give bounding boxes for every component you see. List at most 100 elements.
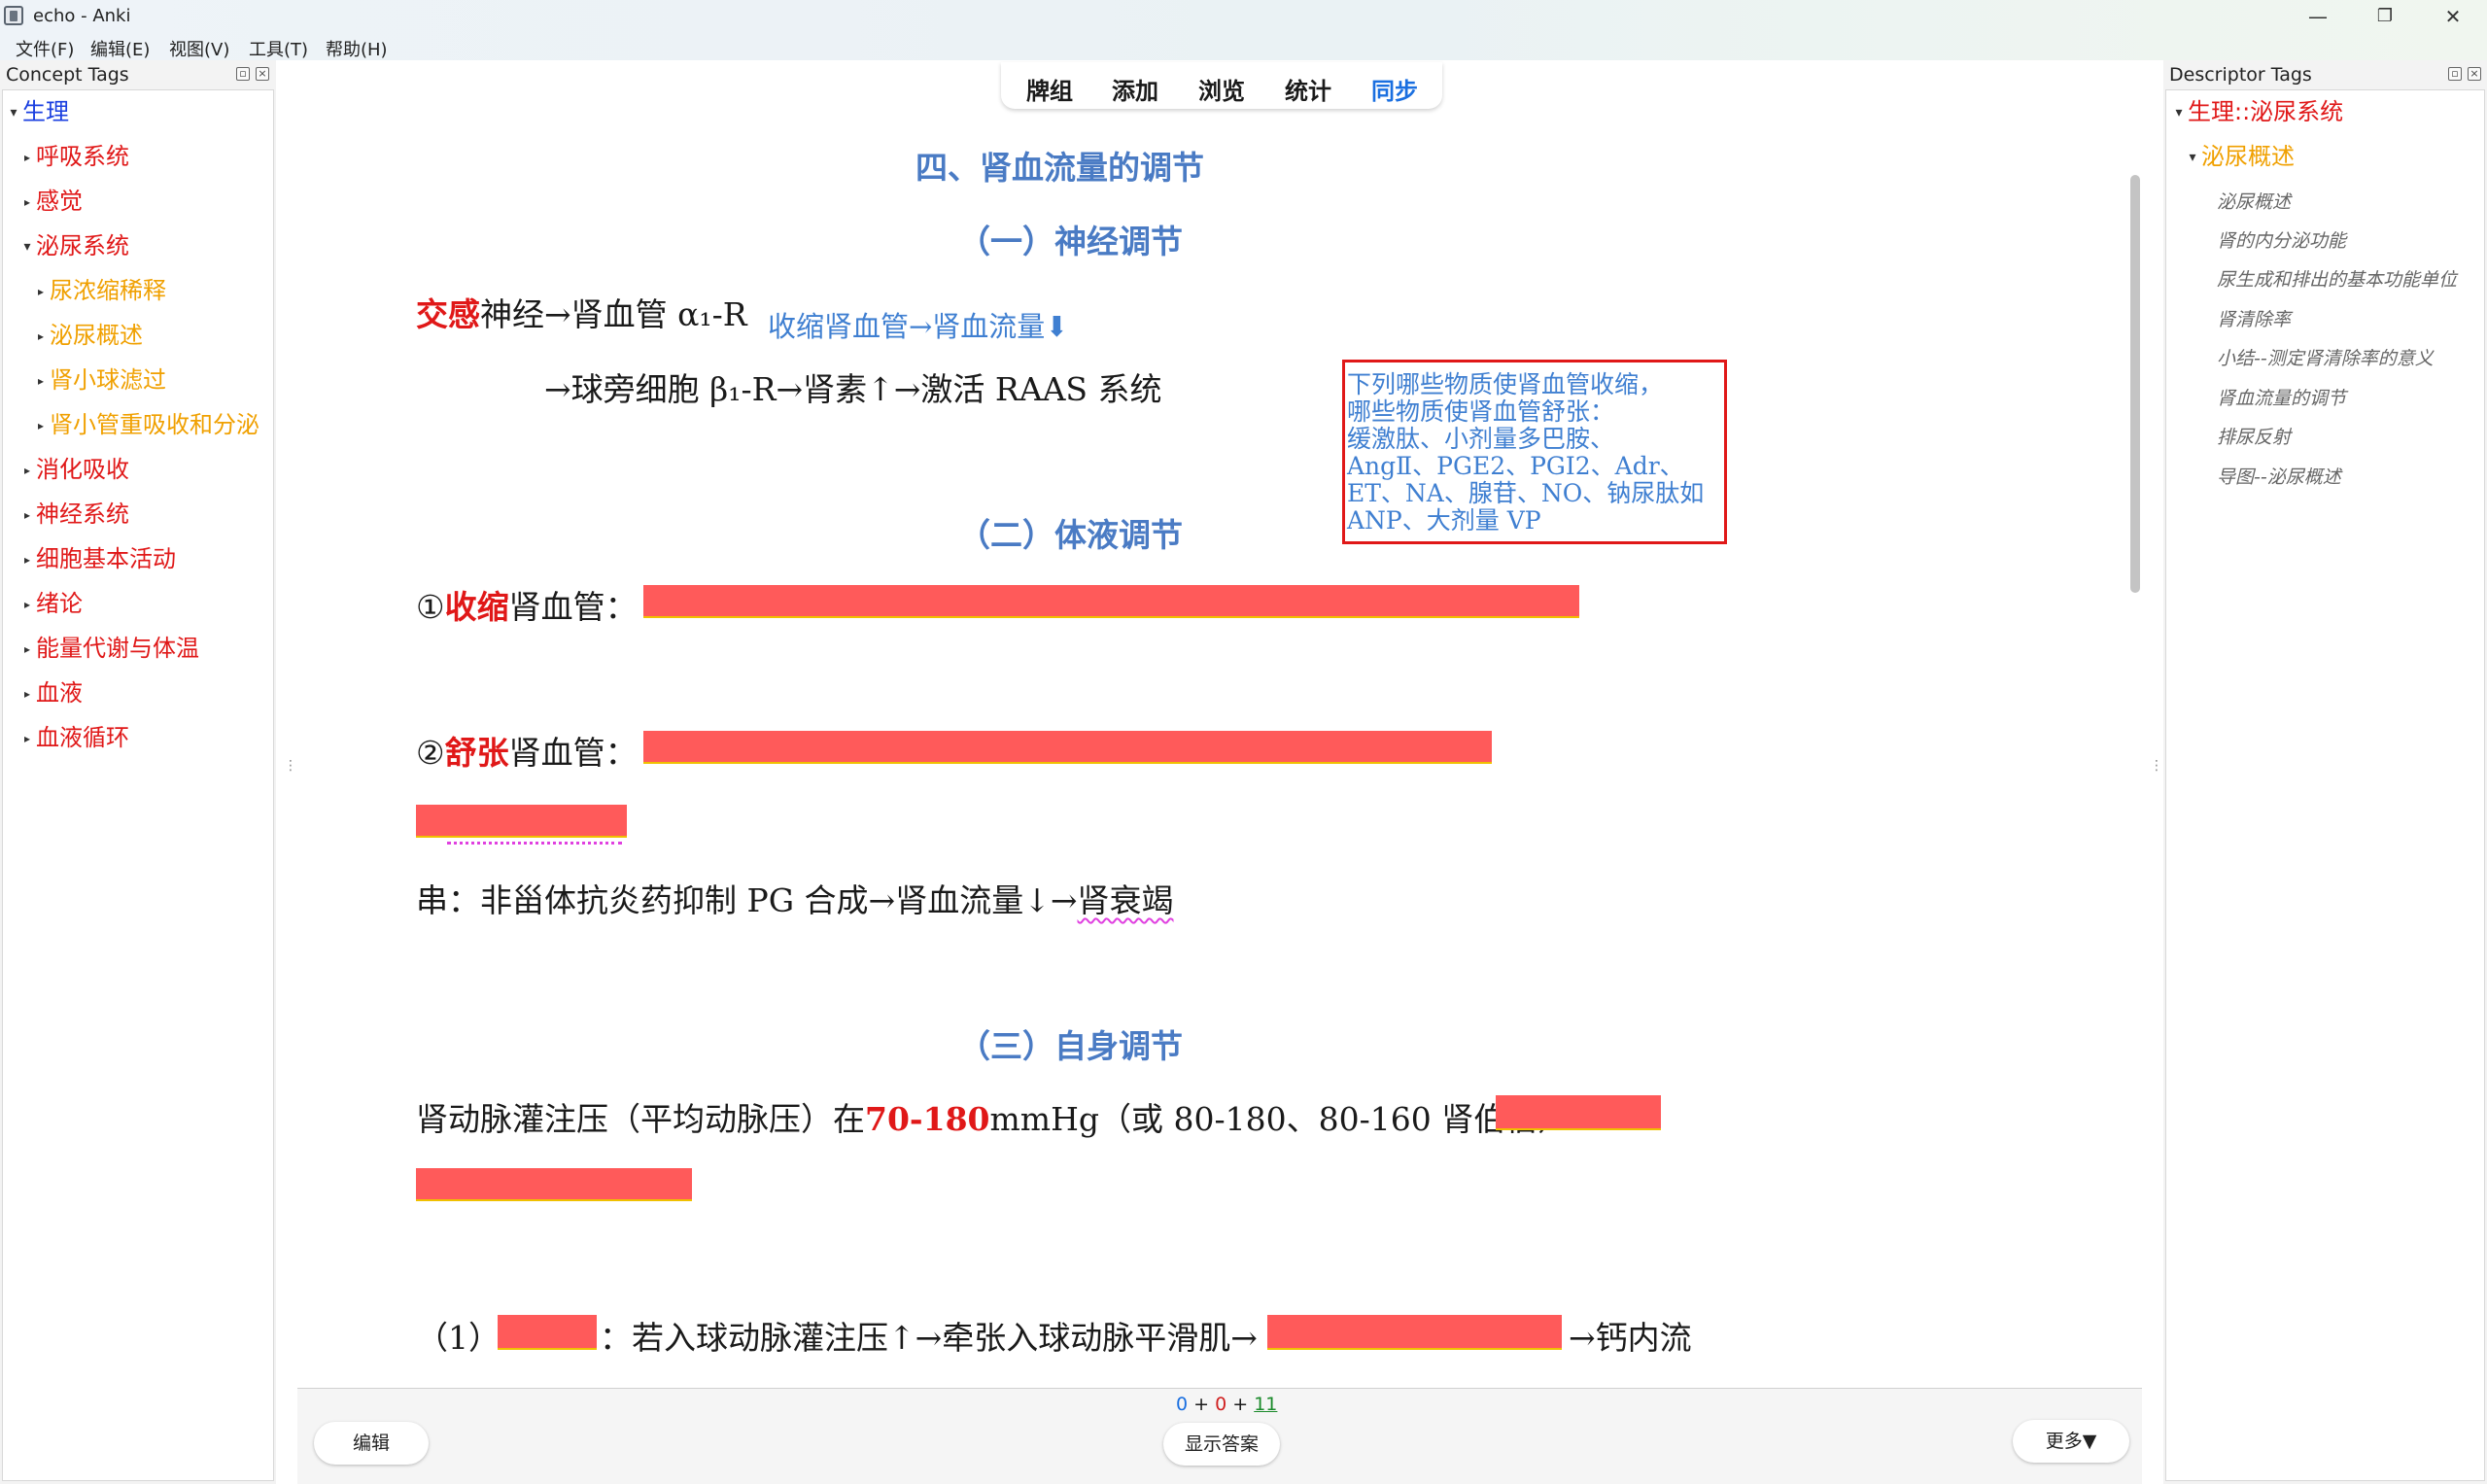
close-dock-icon[interactable]: × bbox=[256, 67, 269, 81]
tree-item-label: 生理::泌尿系统 bbox=[2188, 98, 2344, 125]
descriptor-tag-tree: ▾ 生理::泌尿系统 ▾ 泌尿概述 泌尿概述 肾的内分泌功能 尿生成和排出的基本功能… bbox=[2165, 89, 2485, 1481]
tree-item-xulun[interactable]: ▸ 绪论 bbox=[18, 584, 83, 623]
show-answer-button[interactable]: 显示答案 bbox=[1163, 1423, 1280, 1466]
collapsed-arrow-icon[interactable]: ▸ bbox=[18, 585, 36, 624]
decks-link[interactable]: 牌组 bbox=[1026, 72, 1073, 106]
menu-file[interactable]: 文件(F) bbox=[16, 36, 74, 61]
tree-item-label: 感觉 bbox=[36, 188, 83, 215]
tree-item-shengli[interactable]: ▾ 生理 bbox=[5, 92, 69, 131]
sync-link[interactable]: 同步 bbox=[1371, 72, 1418, 106]
collapsed-arrow-icon[interactable]: ▸ bbox=[18, 183, 36, 222]
tree-item-niaonongsuo[interactable]: ▸ 尿浓缩稀释 bbox=[32, 271, 166, 310]
collapsed-arrow-icon[interactable]: ▸ bbox=[18, 451, 36, 490]
collapsed-arrow-icon[interactable]: ▸ bbox=[18, 630, 36, 669]
card-scrollbar-thumb[interactable] bbox=[2130, 175, 2140, 593]
spellcheck-underline bbox=[447, 834, 622, 845]
title-bar: echo - Anki — ❐ ✕ bbox=[0, 0, 2487, 33]
cloze-occlusion[interactable] bbox=[1267, 1315, 1562, 1350]
collapsed-arrow-icon[interactable]: ▸ bbox=[18, 138, 36, 177]
tree-item-xueyexunhuan[interactable]: ▸ 血液循环 bbox=[18, 718, 129, 757]
minimize-button[interactable]: — bbox=[2284, 0, 2352, 33]
cloze-occlusion[interactable] bbox=[416, 1168, 692, 1201]
tree-item-xibao[interactable]: ▸ 细胞基本活动 bbox=[18, 539, 176, 578]
float-dock-icon[interactable]: ▫ bbox=[2448, 67, 2462, 81]
menu-tools[interactable]: 工具(T) bbox=[249, 36, 308, 61]
tree-item-xiaohua[interactable]: ▸ 消化吸收 bbox=[18, 450, 129, 489]
collapsed-arrow-icon[interactable]: ▸ bbox=[32, 317, 50, 356]
body-text: 肾血管： bbox=[508, 734, 638, 772]
cloze-occlusion[interactable] bbox=[643, 585, 1579, 618]
collapsed-arrow-icon[interactable]: ▸ bbox=[32, 406, 50, 445]
highlight-text: 收缩 bbox=[444, 588, 509, 626]
due-counts: 0 + 0 + 11 bbox=[1176, 1394, 1277, 1415]
tree-item-miniao[interactable]: ▾ 泌尿系统 bbox=[18, 226, 129, 265]
descriptor-item[interactable]: 排尿反射 bbox=[2217, 423, 2291, 449]
descriptor-item[interactable]: 小结--测定肾清除率的意义 bbox=[2217, 344, 2434, 370]
more-button[interactable]: 更多▼ bbox=[2013, 1420, 2129, 1463]
restore-button[interactable]: ❐ bbox=[2351, 0, 2419, 33]
body-text: 串：非甾体抗炎药抑制 PG 合成→肾血流量↓→ bbox=[416, 881, 1078, 919]
tree-item-shenxiaoqiu[interactable]: ▸ 肾小球滤过 bbox=[32, 361, 166, 399]
concept-tags-title: Concept Tags bbox=[6, 64, 129, 86]
card-line-sympathetic: 交感神经→肾血管 α₁-R bbox=[416, 289, 747, 335]
tree-item-label: 泌尿概述 bbox=[2201, 143, 2295, 170]
collapsed-arrow-icon[interactable]: ▸ bbox=[18, 496, 36, 535]
stats-link[interactable]: 统计 bbox=[1285, 72, 1331, 106]
card-line-contract: ①收缩肾血管： bbox=[416, 581, 638, 628]
collapsed-arrow-icon[interactable]: ▸ bbox=[18, 674, 36, 713]
tree-item-miniaogaishu[interactable]: ▸ 泌尿概述 bbox=[32, 316, 143, 355]
tree-item-root[interactable]: ▾ 生理::泌尿系统 bbox=[2170, 92, 2343, 131]
cloze-occlusion[interactable] bbox=[416, 805, 627, 838]
tree-item-ganjue[interactable]: ▸ 感觉 bbox=[18, 182, 83, 221]
browse-link[interactable]: 浏览 bbox=[1198, 72, 1245, 106]
descriptor-item[interactable]: 肾血流量的调节 bbox=[2217, 384, 2346, 410]
add-link[interactable]: 添加 bbox=[1112, 72, 1158, 106]
card-line-autoregulation: 肾动脉灌注压（平均动脉压）在70-180mmHg（或 80-180、80-160… bbox=[416, 1093, 1570, 1140]
float-dock-icon[interactable]: ▫ bbox=[236, 67, 250, 81]
close-dock-icon[interactable]: × bbox=[2468, 67, 2481, 81]
tree-item-huxi[interactable]: ▸ 呼吸系统 bbox=[18, 137, 129, 176]
concept-tags-header: Concept Tags ▫ × bbox=[0, 60, 276, 89]
cloze-occlusion[interactable] bbox=[1496, 1095, 1661, 1130]
highlight-text: 交感 bbox=[416, 295, 480, 333]
collapsed-arrow-icon[interactable]: ▸ bbox=[18, 719, 36, 758]
close-button[interactable]: ✕ bbox=[2419, 0, 2487, 33]
tree-item-sub[interactable]: ▾ 泌尿概述 bbox=[2184, 137, 2295, 176]
question-note-box: 下列哪些物质使肾血管收缩， 哪些物质使肾血管舒张： 缓激肽、小剂量多巴胺、 An… bbox=[1342, 360, 1727, 544]
tree-item-shenxiaoguan[interactable]: ▸ 肾小管重吸收和分泌 bbox=[32, 405, 259, 444]
left-splitter-handle[interactable]: ⋮ bbox=[284, 759, 297, 773]
tree-item-label: 细胞基本活动 bbox=[36, 545, 176, 572]
descriptor-item[interactable]: 肾清除率 bbox=[2217, 305, 2291, 331]
tree-item-xueye[interactable]: ▸ 血液 bbox=[18, 673, 83, 712]
collapsed-arrow-icon[interactable]: ▸ bbox=[18, 540, 36, 579]
descriptor-tags-title: Descriptor Tags bbox=[2169, 64, 2312, 86]
menu-help[interactable]: 帮助(H) bbox=[326, 36, 388, 61]
card-heading-humoral: （二）体液调节 bbox=[958, 516, 1183, 554]
collapsed-arrow-icon[interactable]: ▸ bbox=[32, 362, 50, 400]
highlight-text: 舒张 bbox=[444, 734, 509, 772]
descriptor-item[interactable]: 肾的内分泌功能 bbox=[2217, 226, 2346, 253]
tree-item-shenjing[interactable]: ▸ 神经系统 bbox=[18, 495, 129, 534]
expanded-arrow-icon[interactable]: ▾ bbox=[2184, 138, 2201, 177]
tree-item-label: 肾小球滤过 bbox=[50, 366, 166, 394]
body-text: 肾动脉灌注压（平均动脉压）在 bbox=[416, 1100, 865, 1138]
expanded-arrow-icon[interactable]: ▾ bbox=[2170, 93, 2188, 132]
new-count: 0 bbox=[1176, 1394, 1189, 1415]
learn-count: 0 bbox=[1215, 1394, 1227, 1415]
card-line-nsaid: 串：非甾体抗炎药抑制 PG 合成→肾血流量↓→肾衰竭 bbox=[416, 875, 1174, 921]
right-splitter-handle[interactable]: ⋮ bbox=[2150, 759, 2163, 773]
card-heading-main: 四、肾血流量的调节 bbox=[915, 149, 1204, 187]
body-text: 肾血管： bbox=[508, 588, 638, 626]
cloze-occlusion[interactable] bbox=[498, 1315, 597, 1350]
expanded-arrow-icon[interactable]: ▾ bbox=[18, 227, 36, 266]
menu-edit[interactable]: 编辑(E) bbox=[90, 36, 150, 61]
edit-button[interactable]: 编辑 bbox=[314, 1422, 429, 1465]
collapsed-arrow-icon[interactable]: ▸ bbox=[32, 272, 50, 311]
tree-item-nengliang[interactable]: ▸ 能量代谢与体温 bbox=[18, 629, 199, 668]
descriptor-item[interactable]: 泌尿概述 bbox=[2217, 188, 2291, 214]
descriptor-item[interactable]: 导图--泌尿概述 bbox=[2217, 463, 2341, 489]
menu-view[interactable]: 视图(V) bbox=[169, 36, 229, 61]
expanded-arrow-icon[interactable]: ▾ bbox=[5, 93, 22, 132]
cloze-occlusion[interactable] bbox=[643, 731, 1492, 764]
descriptor-item[interactable]: 尿生成和排出的基本功能单位 bbox=[2217, 265, 2457, 292]
